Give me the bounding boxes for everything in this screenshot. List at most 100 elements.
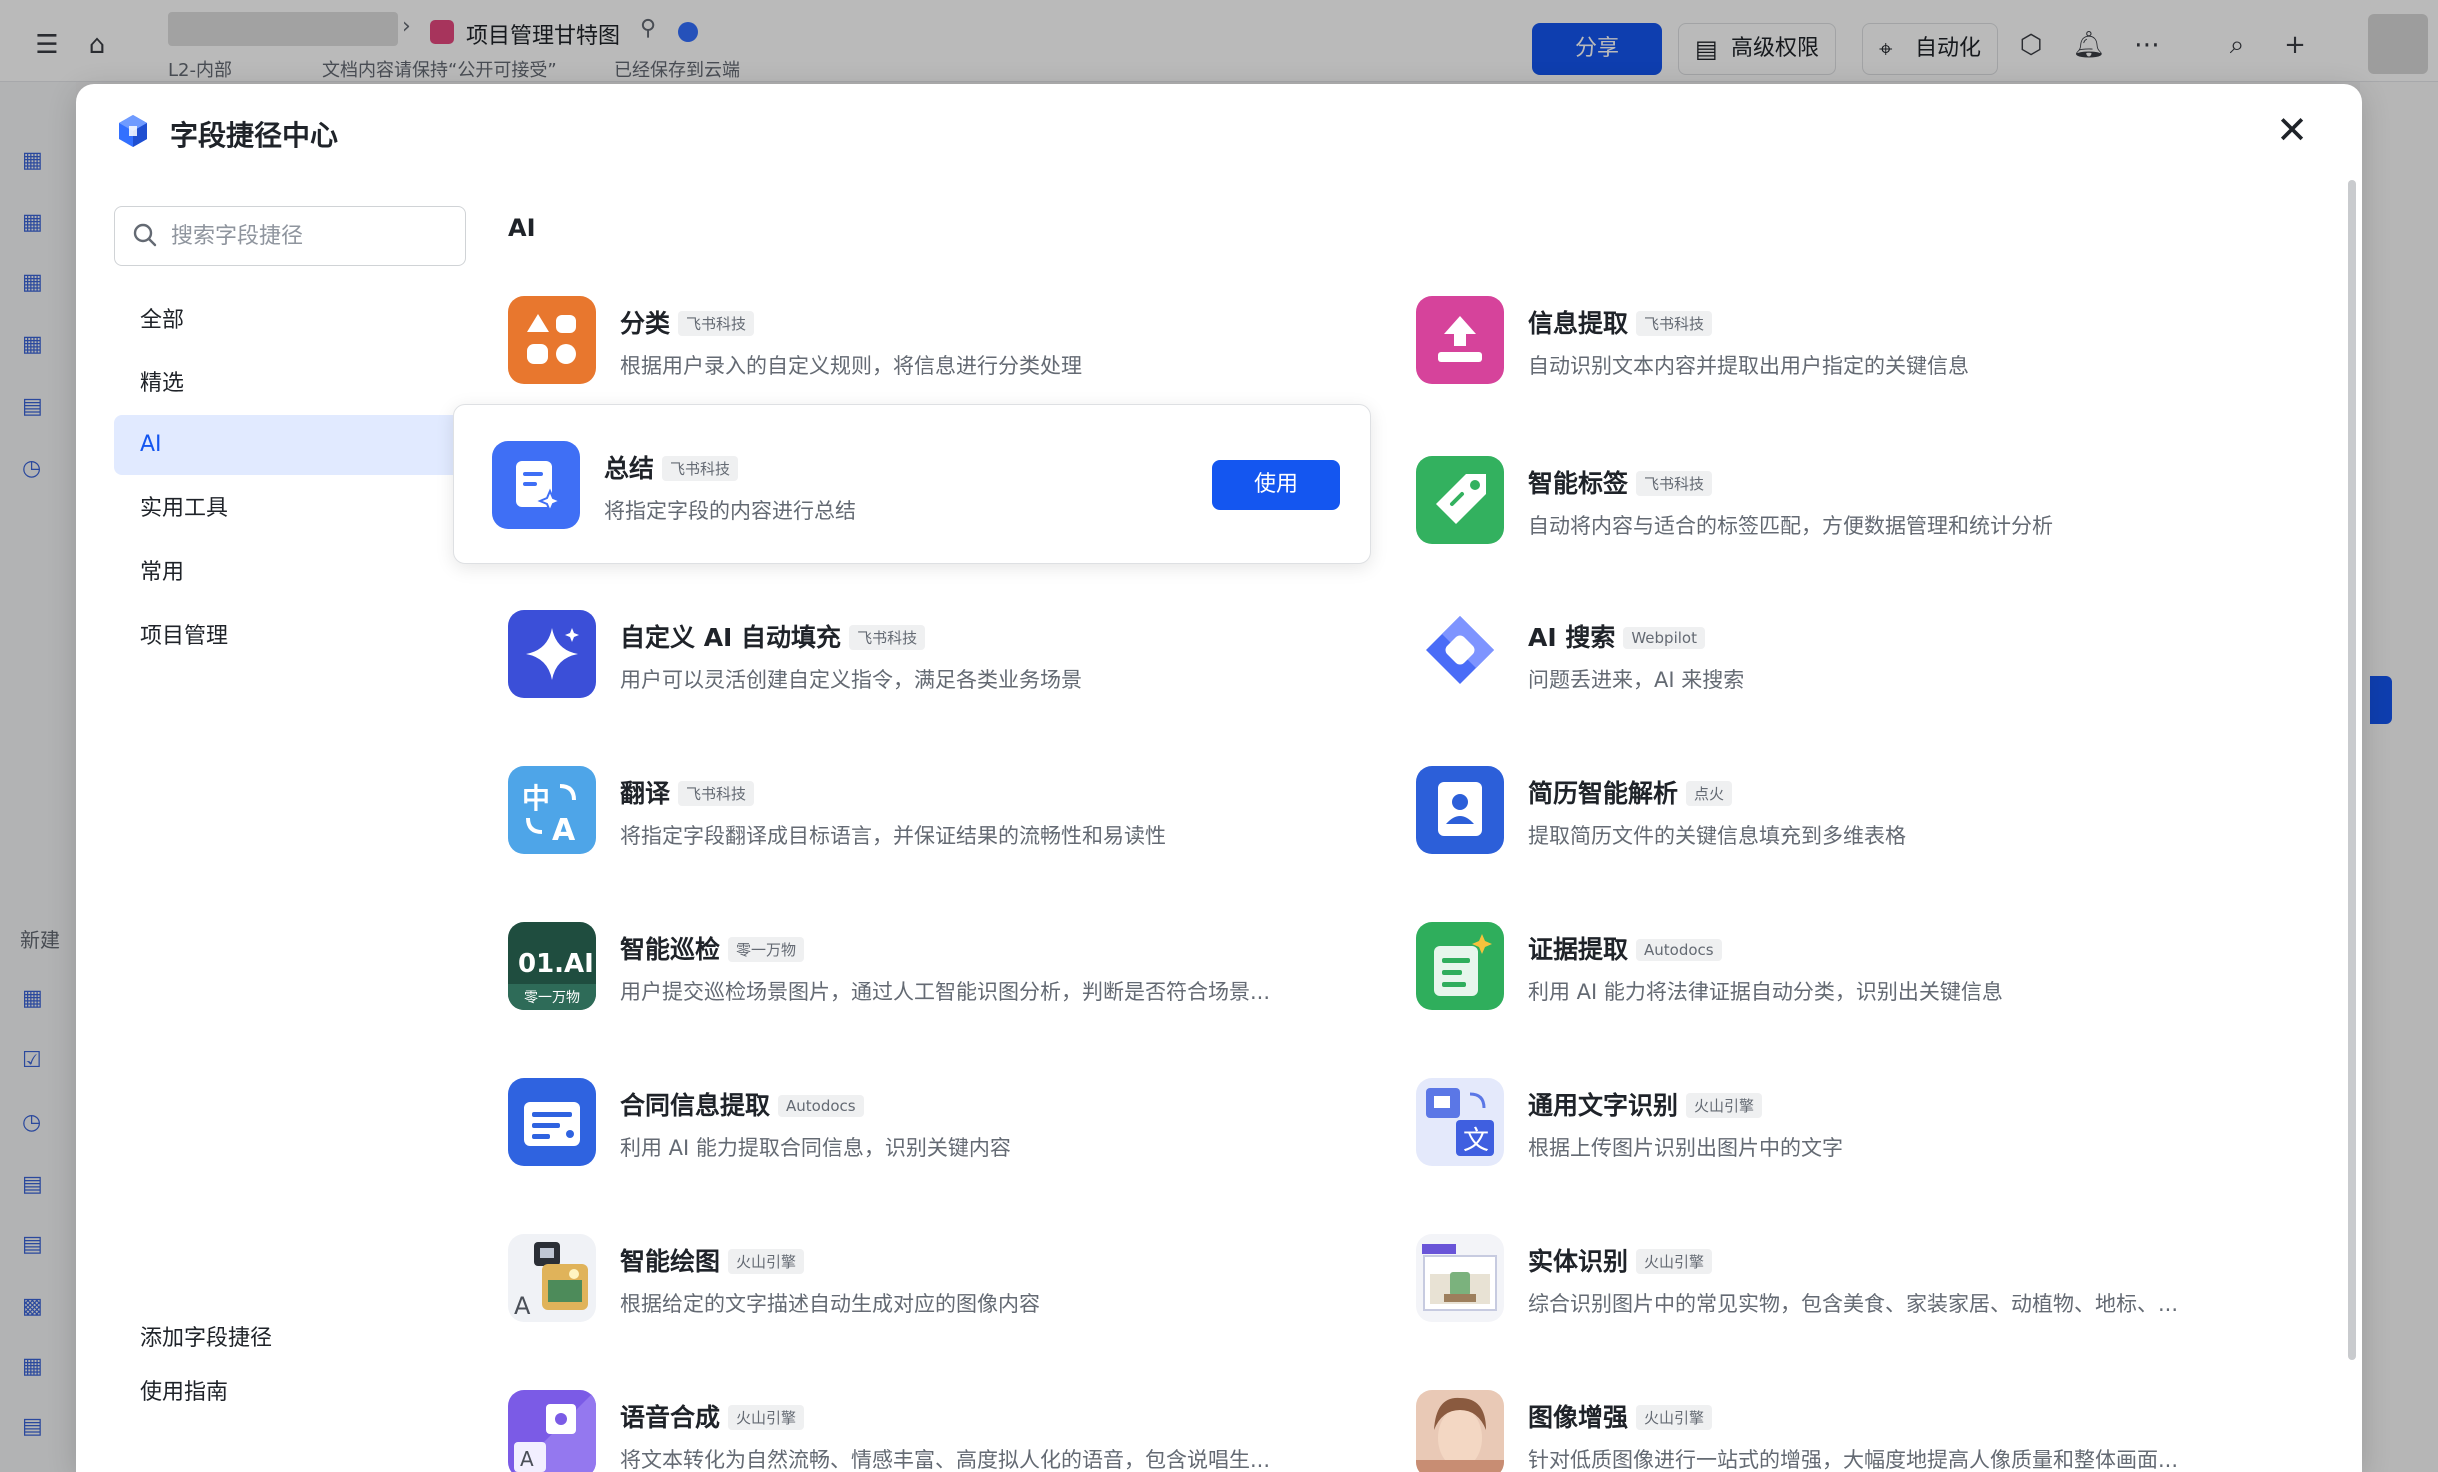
search-field[interactable] bbox=[114, 206, 466, 266]
shortcut-card[interactable]: 文 通用文字识别 火山引擎 根据上传图片识别出图片中的文字 bbox=[1376, 1042, 2294, 1202]
search-input[interactable] bbox=[171, 217, 451, 255]
shortcut-description: 自动将内容与适合的标签匹配，方便数据管理和统计分析 bbox=[1528, 514, 2053, 538]
svg-text:01.AI: 01.AI bbox=[518, 949, 594, 979]
shortcut-description: 将指定字段翻译成目标语言，并保证结果的流畅性和易读性 bbox=[620, 824, 1166, 848]
grid-shapes-icon bbox=[508, 296, 596, 384]
speech-synthesis-icon: A bbox=[508, 1390, 596, 1472]
evidence-doc-icon bbox=[1416, 922, 1504, 1010]
dialog-header: 字段捷径中心 ✕ bbox=[76, 84, 2362, 180]
shortcut-name: 翻译 飞书科技 bbox=[620, 774, 755, 810]
svg-text:中: 中 bbox=[522, 782, 550, 815]
tag-icon bbox=[1416, 456, 1504, 544]
add-field-shortcut-link[interactable]: 添加字段捷径 bbox=[140, 1320, 272, 1352]
provider-tag: 零一万物 bbox=[728, 937, 805, 962]
shortcut-description: 用户可以灵活创建自定义指令，满足各类业务场景 bbox=[620, 668, 1082, 692]
category-featured[interactable]: 精选 bbox=[114, 354, 466, 414]
provider-tag: 火山引擎 bbox=[1636, 1405, 1713, 1430]
shortcut-description: 根据给定的文字描述自动生成对应的图像内容 bbox=[620, 1292, 1040, 1316]
shortcut-description: 根据上传图片识别出图片中的文字 bbox=[1528, 1136, 1843, 1160]
shortcut-description: 问题丢进来，AI 来搜索 bbox=[1528, 668, 1745, 692]
webpilot-logo-icon bbox=[1416, 610, 1504, 698]
shortcut-name: 通用文字识别 火山引擎 bbox=[1528, 1086, 1763, 1122]
svg-text:A: A bbox=[514, 1292, 531, 1320]
provider-tag: 火山引擎 bbox=[1686, 1093, 1763, 1118]
provider-tag: Autodocs bbox=[1636, 939, 1722, 961]
category-common[interactable]: 常用 bbox=[114, 543, 466, 603]
shortcut-description: 利用 AI 能力提取合同信息，识别关键内容 bbox=[620, 1136, 1011, 1160]
summary-doc-icon bbox=[492, 441, 580, 529]
provider-tag: 飞书科技 bbox=[1636, 471, 1713, 496]
svg-text:文: 文 bbox=[1463, 1126, 1489, 1156]
shortcut-card[interactable]: 智能标签 飞书科技 自动将内容与适合的标签匹配，方便数据管理和统计分析 bbox=[1376, 420, 2294, 580]
svg-text:A: A bbox=[520, 1447, 534, 1471]
provider-tag: Webpilot bbox=[1623, 627, 1705, 649]
close-icon[interactable]: ✕ bbox=[2270, 108, 2314, 152]
shortcut-name: 自定义 AI 自动填充 飞书科技 bbox=[620, 618, 926, 654]
shortcut-name: 智能绘图 火山引擎 bbox=[620, 1242, 805, 1278]
svg-text:零一万物: 零一万物 bbox=[524, 990, 580, 1006]
shortcut-name: 智能标签 飞书科技 bbox=[1528, 464, 1713, 500]
provider-tag: 飞书科技 bbox=[1636, 311, 1713, 336]
image-enhance-icon bbox=[1416, 1390, 1504, 1472]
shortcut-name: 语音合成 火山引擎 bbox=[620, 1398, 805, 1434]
ocr-icon: 文 bbox=[1416, 1078, 1504, 1166]
ai-drawing-icon: A bbox=[508, 1234, 596, 1322]
svg-text:A: A bbox=[552, 813, 576, 848]
entity-recognition-icon bbox=[1416, 1234, 1504, 1322]
shortcut-card[interactable]: 简历智能解析 点火 提取简历文件的关键信息填充到多维表格 bbox=[1376, 730, 2294, 890]
shortcut-card[interactable]: 01.AI 零一万物 智能巡检 零一万物 用户提交巡检场景图片，通过人工智能识图分析… bbox=[468, 886, 1386, 1046]
shortcut-name: 合同信息提取 Autodocs bbox=[620, 1086, 864, 1122]
dialog-title: 字段捷径中心 bbox=[170, 119, 339, 152]
shortcut-card[interactable]: 合同信息提取 Autodocs 利用 AI 能力提取合同信息，识别关键内容 bbox=[468, 1042, 1386, 1202]
shortcut-name: 信息提取 飞书科技 bbox=[1528, 304, 1713, 340]
shortcut-card[interactable]: 中A 翻译 飞书科技 将指定字段翻译成目标语言，并保证结果的流畅性和易读性 bbox=[468, 730, 1386, 890]
shortcut-description: 利用 AI 能力将法律证据自动分类，识别出关键信息 bbox=[1528, 980, 2003, 1004]
shortcut-name: 简历智能解析 点火 bbox=[1528, 774, 1733, 810]
use-button[interactable]: 使用 bbox=[1212, 460, 1340, 510]
shortcut-card[interactable]: 实体识别 火山引擎 综合识别图片中的常见实物，包含美食、家装家居、动植物、地标、.… bbox=[1376, 1198, 2294, 1358]
shortcut-card[interactable]: 信息提取 飞书科技 自动识别文本内容并提取出用户指定的关键信息 bbox=[1376, 260, 2294, 420]
shortcut-center-logo-icon bbox=[119, 115, 147, 147]
shortcut-card[interactable]: A 智能绘图 火山引擎 根据给定的文字描述自动生成对应的图像内容 bbox=[468, 1198, 1386, 1358]
shortcut-card[interactable]: 证据提取 Autodocs 利用 AI 能力将法律证据自动分类，识别出关键信息 bbox=[1376, 886, 2294, 1046]
provider-tag: 飞书科技 bbox=[678, 781, 755, 806]
shortcut-name: 总结 飞书科技 bbox=[604, 449, 739, 485]
category-all[interactable]: 全部 bbox=[114, 291, 466, 351]
category-sidebar: 全部 精选 AI 实用工具 常用 项目管理 添加字段捷径 使用指南 bbox=[76, 180, 468, 1472]
provider-tag: 飞书科技 bbox=[849, 625, 926, 650]
shortcut-description: 将文本转化为自然流畅、情感丰富、高度拟人化的语音，包含说唱生... bbox=[620, 1448, 1271, 1472]
field-shortcut-center-dialog: 字段捷径中心 ✕ 全部 精选 AI 实用工具 常用 项目管理 添加字段捷径 使用… bbox=[76, 84, 2362, 1472]
shortcut-card[interactable]: 分类 飞书科技 根据用户录入的自定义规则，将信息进行分类处理 bbox=[468, 260, 1386, 420]
category-utilities[interactable]: 实用工具 bbox=[114, 479, 466, 539]
sparkle-icon bbox=[508, 610, 596, 698]
shortcut-description: 综合识别图片中的常见实物，包含美食、家装家居、动植物、地标、... bbox=[1528, 1292, 2179, 1316]
shortcut-description: 根据用户录入的自定义规则，将信息进行分类处理 bbox=[620, 354, 1082, 378]
shortcut-name: 分类 飞书科技 bbox=[620, 304, 755, 340]
shortcut-name: 图像增强 火山引擎 bbox=[1528, 1398, 1713, 1434]
resume-icon bbox=[1416, 766, 1504, 854]
shortcut-name: 智能巡检 零一万物 bbox=[620, 930, 805, 966]
shortcut-list: AI 分类 飞书科技 根据用户录入的自定义规则，将信息进行分类处理 信息提取 飞书科… bbox=[453, 180, 2362, 1472]
use-button-label: 使用 bbox=[1253, 472, 1298, 497]
shortcut-name: 实体识别 火山引擎 bbox=[1528, 1242, 1713, 1278]
category-project-management[interactable]: 项目管理 bbox=[114, 607, 466, 667]
search-icon bbox=[133, 223, 157, 247]
shortcut-name: AI 搜索 Webpilot bbox=[1528, 618, 1705, 654]
shortcut-card-highlighted[interactable]: 总结 飞书科技 将指定字段的内容进行总结 使用 bbox=[453, 404, 1371, 564]
shortcut-description: 用户提交巡检场景图片，通过人工智能识图分析，判断是否符合场景... bbox=[620, 980, 1271, 1004]
provider-tag: 火山引擎 bbox=[1636, 1249, 1713, 1274]
shortcut-description: 自动识别文本内容并提取出用户指定的关键信息 bbox=[1528, 354, 1969, 378]
shortcut-card[interactable]: AI 搜索 Webpilot 问题丢进来，AI 来搜索 bbox=[1376, 574, 2294, 734]
translate-icon: 中A bbox=[508, 766, 596, 854]
category-ai[interactable]: AI bbox=[114, 415, 466, 475]
scrollbar[interactable] bbox=[2348, 180, 2356, 1360]
shortcut-card[interactable]: 图像增强 火山引擎 针对低质图像进行一站式的增强，大幅度地提高人像质量和整体画面.… bbox=[1376, 1354, 2294, 1472]
provider-tag: Autodocs bbox=[778, 1095, 864, 1117]
shortcut-description: 针对低质图像进行一站式的增强，大幅度地提高人像质量和整体画面... bbox=[1528, 1448, 2179, 1472]
shortcut-description: 提取简历文件的关键信息填充到多维表格 bbox=[1528, 824, 1906, 848]
contract-icon bbox=[508, 1078, 596, 1166]
shortcut-card[interactable]: 自定义 AI 自动填充 飞书科技 用户可以灵活创建自定义指令，满足各类业务场景 bbox=[468, 574, 1386, 734]
extract-tray-icon bbox=[1416, 296, 1504, 384]
shortcut-card[interactable]: A 语音合成 火山引擎 将文本转化为自然流畅、情感丰富、高度拟人化的语音，包含说唱… bbox=[468, 1354, 1386, 1472]
user-guide-link[interactable]: 使用指南 bbox=[140, 1374, 228, 1406]
